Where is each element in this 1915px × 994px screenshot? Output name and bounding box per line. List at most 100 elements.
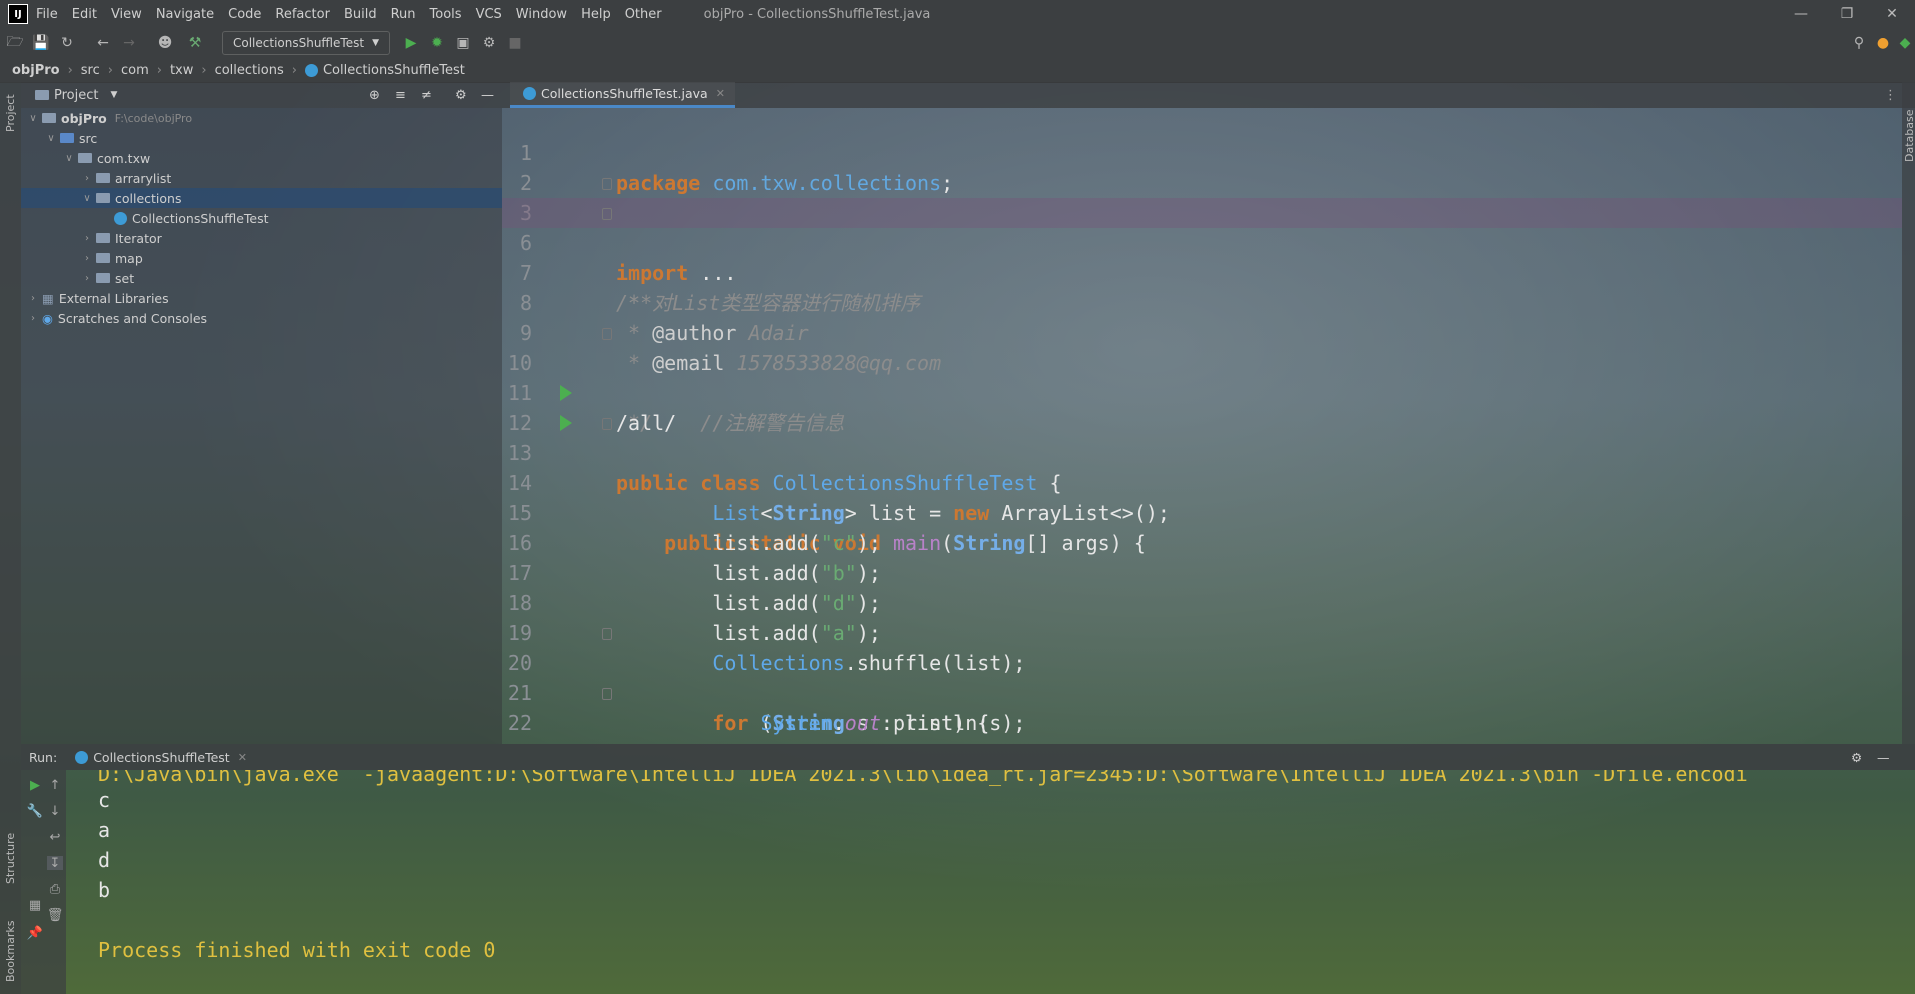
tree-item-collectionsshuffletest[interactable]: CollectionsShuffleTest [21,208,502,228]
menu-help[interactable]: Help [581,7,611,22]
fold-icon[interactable] [602,328,612,340]
breadcrumb-txw[interactable]: txw [170,63,193,78]
code-editor[interactable]: 1 package com.txw.collections; 2 3 impor… [502,108,1902,744]
chevron-right-icon[interactable]: › [81,233,93,244]
locate-icon[interactable]: ⊕ [369,88,380,103]
breadcrumb-class[interactable]: CollectionsShuffleTest [323,63,465,78]
hide-panel-icon[interactable]: — [1877,750,1890,765]
fold-icon[interactable] [602,178,612,190]
profile-icon[interactable]: ⚙ [478,32,500,54]
menu-refactor[interactable]: Refactor [275,7,330,22]
bookmarks-tool-tab[interactable]: Bookmarks [4,921,17,982]
breadcrumb-collections[interactable]: collections [215,63,284,78]
menu-vcs[interactable]: VCS [476,7,502,22]
open-folder-icon[interactable]: 🗁 [4,32,26,54]
chevron-right-icon[interactable]: › [81,273,93,284]
tree-item-iterator[interactable]: › Iterator [21,228,502,248]
print-icon[interactable]: ⎙ [47,882,63,897]
chevron-down-icon[interactable]: ∨ [63,153,75,164]
close-icon[interactable]: ✕ [1869,0,1915,28]
pin-icon[interactable]: 📌 [27,926,43,941]
chevron-right-icon[interactable]: › [81,253,93,264]
user-icon[interactable]: ☻ [154,32,176,54]
fold-icon[interactable] [602,688,612,700]
tab-run-collectionsshuffletest[interactable]: CollectionsShuffleTest [93,750,230,765]
fold-icon[interactable] [602,628,612,640]
tree-item-map[interactable]: › map [21,248,502,268]
menu-code[interactable]: Code [228,7,261,22]
layout-icon[interactable]: ▦ [27,898,43,913]
scroll-to-end-icon[interactable]: ↧ [47,856,63,871]
forward-icon[interactable]: → [118,32,140,54]
run-icon[interactable]: ▶ [400,32,422,54]
tab-collectionsshuffletest[interactable]: CollectionsShuffleTest.java ✕ [510,82,735,108]
hide-panel-icon[interactable]: — [481,88,494,103]
run-console[interactable]: D:\Java\bin\java.exe -javaagent:D:\Softw… [66,770,1915,994]
chevron-right-icon[interactable]: › [27,313,39,324]
plugin-icon[interactable]: ◆ [1894,32,1915,54]
menu-file[interactable]: File [36,7,58,22]
run-configuration-select[interactable]: CollectionsShuffleTest ▼ [222,31,390,55]
breadcrumb-src[interactable]: src [81,63,100,78]
build-hammer-icon[interactable]: ⚒ [184,32,206,54]
close-tab-icon[interactable]: ✕ [716,87,725,100]
project-view-select[interactable]: Project [54,88,98,103]
project-tool-tab[interactable]: Project [4,94,17,132]
stop-icon[interactable]: ■ [504,32,526,54]
menu-view[interactable]: View [111,7,142,22]
menu-build[interactable]: Build [344,7,377,22]
tree-item-src[interactable]: ∨ src [21,128,502,148]
expand-all-icon[interactable]: ≡ [395,88,406,103]
run-gutter-icon[interactable] [560,415,572,431]
tree-item-external-libraries[interactable]: › ▦ External Libraries [21,288,502,308]
menu-run[interactable]: Run [391,7,416,22]
sync-icon[interactable]: ↻ [56,32,78,54]
gear-icon[interactable]: ⚙ [1851,750,1862,765]
chevron-down-icon[interactable]: ▼ [110,90,117,100]
search-icon[interactable]: ⚲ [1848,32,1870,54]
debug-icon[interactable]: ✹ [426,32,448,54]
update-icon[interactable]: ● [1872,32,1894,54]
back-icon[interactable]: ← [92,32,114,54]
structure-tool-tab[interactable]: Structure [4,833,17,884]
coverage-icon[interactable]: ▣ [452,32,474,54]
breadcrumb-project[interactable]: objPro [12,63,60,78]
breadcrumb-com[interactable]: com [121,63,149,78]
fold-icon[interactable] [602,418,612,430]
wrench-icon[interactable]: 🔧 [27,804,43,819]
restore-icon[interactable]: ❐ [1824,0,1870,28]
chevron-down-icon[interactable]: ∨ [45,133,57,144]
collapse-all-icon[interactable]: ≠ [421,88,432,103]
close-tab-icon[interactable]: ✕ [238,751,247,764]
tree-item-scratches[interactable]: › ◉ Scratches and Consoles [21,308,502,328]
menu-other[interactable]: Other [625,7,662,22]
tree-item-objpro[interactable]: ∨ objPro F:\code\objPro [21,108,502,128]
database-tool-tab[interactable]: Database [1903,110,1915,163]
chevron-right-icon[interactable]: › [27,293,39,304]
scroll-down-icon[interactable]: ↓ [47,804,63,819]
code-line: 1 package com.txw.collections; [502,108,1902,195]
scroll-up-icon[interactable]: ↑ [47,778,63,793]
soft-wrap-icon[interactable]: ↩ [47,830,63,845]
tree-item-set[interactable]: › set [21,268,502,288]
menu-window[interactable]: Window [516,7,567,22]
menu-navigate[interactable]: Navigate [156,7,214,22]
gear-icon[interactable]: ⚙ [455,88,467,103]
menu-edit[interactable]: Edit [72,7,97,22]
tree-item-collections[interactable]: ∨ collections [21,188,502,208]
rerun-icon[interactable]: ▶ [27,778,43,793]
save-icon[interactable]: 💾 [30,32,52,54]
trash-icon[interactable]: 🗑 [47,908,64,923]
minimize-icon[interactable]: — [1778,0,1824,28]
tree-label: src [79,130,98,146]
chevron-down-icon[interactable]: ∨ [27,113,39,124]
tree-item-com-txw[interactable]: ∨ com.txw [21,148,502,168]
chevron-down-icon[interactable]: ∨ [81,193,93,204]
more-icon[interactable]: ⋮ [1884,88,1897,103]
tree-item-arrarylist[interactable]: › arrarylist [21,168,502,188]
menu-tools[interactable]: Tools [430,7,462,22]
chevron-right-icon[interactable]: › [81,173,93,184]
code-line: 21 System.out.println(s); [502,648,1902,735]
run-gutter-icon[interactable] [560,385,572,401]
fold-icon[interactable] [602,208,612,220]
